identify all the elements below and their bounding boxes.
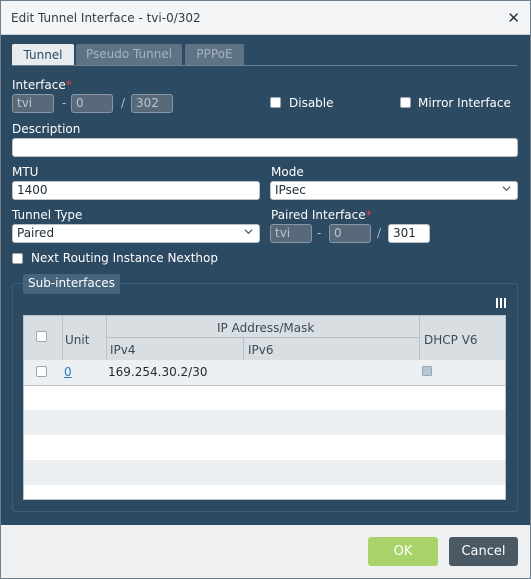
column-header-ipv4[interactable]: IPv4	[110, 343, 136, 357]
row-checkbox[interactable]	[36, 366, 47, 377]
paired-interface-label: Paired Interface*	[271, 208, 372, 222]
chevron-down-icon	[502, 186, 511, 192]
edit-tunnel-interface-dialog: Edit Tunnel Interface - tvi-0/302 ✕ Tunn…	[0, 0, 531, 579]
mode-value: IPsec	[275, 183, 306, 197]
select-all-checkbox[interactable]	[36, 331, 47, 342]
description-field[interactable]	[12, 138, 518, 157]
dialog-titlebar: Edit Tunnel Interface - tvi-0/302 ✕	[1, 1, 530, 35]
subinterfaces-legend: Sub-interfaces	[23, 274, 120, 294]
column-header-dhcp-v6[interactable]: DHCP V6	[424, 333, 478, 347]
next-routing-label: Next Routing Instance Nexthop	[31, 251, 218, 265]
column-header-ip-address-mask: IP Address/Mask	[217, 321, 315, 335]
tab-tunnel[interactable]: Tunnel	[12, 44, 74, 66]
interface-dash: -	[62, 96, 67, 110]
description-label: Description	[12, 122, 81, 136]
column-header-unit[interactable]: Unit	[65, 333, 89, 347]
mode-select[interactable]: IPsec	[270, 181, 518, 200]
tab-pseudo-tunnel[interactable]: Pseudo Tunnel	[76, 44, 182, 66]
tab-pppoe[interactable]: PPPoE	[185, 44, 244, 66]
tunnel-type-value: Paired	[17, 226, 55, 240]
table-row-empty	[24, 460, 505, 485]
paired-prefix-field: tvi	[270, 224, 312, 243]
table-row[interactable]: 0 169.254.30.2/30	[24, 360, 505, 385]
mirror-interface-checkbox[interactable]	[400, 97, 411, 108]
close-icon[interactable]: ✕	[507, 9, 520, 27]
grid-line	[106, 337, 419, 338]
subinterfaces-table: Unit IP Address/Mask IPv4 IPv6 DHCP V6 0…	[23, 315, 506, 500]
column-header-ipv6[interactable]: IPv6	[248, 343, 274, 357]
required-mark: *	[365, 208, 372, 222]
column-chooser-icon[interactable]	[496, 298, 506, 308]
unit-link[interactable]: 0	[64, 365, 72, 379]
disable-label: Disable	[289, 96, 334, 110]
interface-unit-field: 302	[131, 94, 173, 113]
tab-divider	[12, 65, 517, 66]
chevron-down-icon	[244, 229, 253, 235]
dhcp-v6-checkbox[interactable]	[422, 366, 432, 376]
dialog-scrollbar[interactable]	[520, 35, 530, 525]
tunnel-type-select[interactable]: Paired	[12, 224, 260, 243]
grid-line	[24, 385, 505, 386]
interface-label-text: Interface	[12, 78, 66, 92]
interface-label: Interface*	[12, 78, 72, 92]
cancel-button[interactable]: Cancel	[449, 537, 518, 566]
table-row-empty	[24, 410, 505, 435]
paired-slash: /	[377, 226, 382, 240]
interface-mid-field: 0	[71, 94, 113, 113]
column-bar	[496, 298, 498, 308]
column-bar	[504, 298, 506, 308]
ok-button[interactable]: OK	[368, 537, 438, 566]
interface-slash: /	[121, 96, 126, 110]
mode-label: Mode	[271, 165, 304, 179]
disable-checkbox[interactable]	[270, 97, 281, 108]
mtu-field[interactable]: 1400	[12, 181, 260, 200]
interface-prefix-field: tvi	[12, 94, 54, 113]
required-mark: *	[65, 78, 72, 92]
dialog-footer: OK Cancel	[1, 525, 530, 578]
tunnel-type-label: Tunnel Type	[12, 208, 83, 222]
paired-unit-field[interactable]: 301	[388, 224, 430, 243]
mtu-label: MTU	[12, 165, 39, 179]
next-routing-checkbox[interactable]	[12, 253, 23, 264]
table-header: Unit IP Address/Mask IPv4 IPv6 DHCP V6	[24, 316, 505, 360]
column-bar	[500, 298, 502, 308]
dialog-title: Edit Tunnel Interface - tvi-0/302	[11, 11, 201, 25]
paired-interface-label-text: Paired Interface	[271, 208, 366, 222]
ipv4-cell: 169.254.30.2/30	[108, 365, 208, 379]
paired-mid-field: 0	[329, 224, 371, 243]
mirror-interface-label: Mirror Interface	[418, 96, 511, 110]
paired-dash: -	[317, 226, 322, 240]
